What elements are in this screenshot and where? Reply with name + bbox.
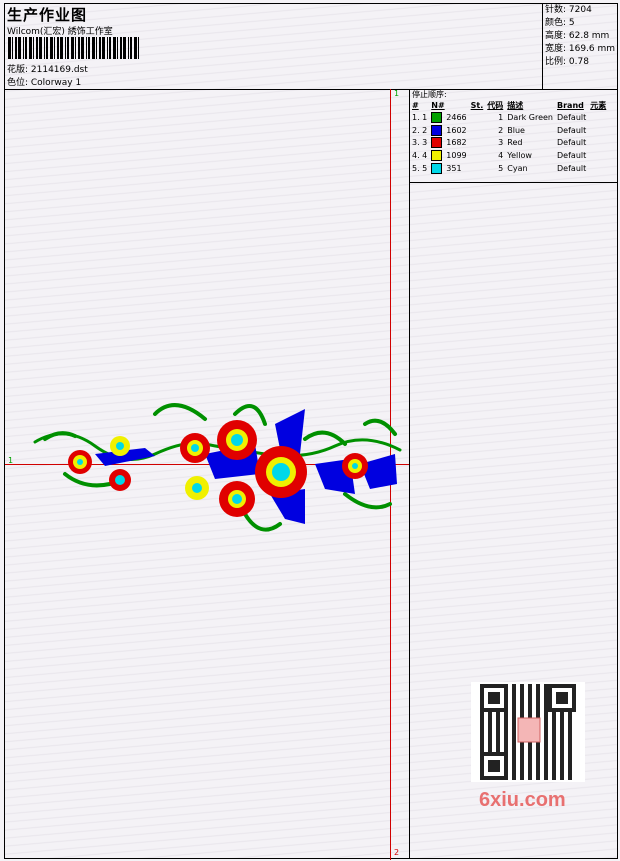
color-swatch: 1682 — [429, 137, 468, 150]
row-brand: Default — [557, 125, 587, 135]
stats-panel: 针数: 7204 颜色: 5 高度: 62.8 mm 宽度: 169.6 mm … — [542, 4, 618, 89]
row-index: 3. 3 — [412, 138, 428, 148]
sequence-row: 5. 5 351 5 Cyan Default — [410, 162, 608, 175]
design-width: 宽度: 169.6 mm — [545, 44, 616, 54]
sequence-row: 2. 2 1602 2 Blue Default — [410, 124, 608, 137]
header-idx: # — [412, 100, 419, 110]
header-brand: Brand — [557, 100, 584, 110]
page-title: 生产作业图 — [7, 6, 88, 24]
worksheet-page: 生产作业图 Wilcom(汇宏) 綉饰工作室 花版: 2114169.dst 色… — [4, 3, 618, 860]
row-index: 2. 2 — [412, 125, 428, 135]
barcode-icon — [8, 37, 139, 59]
row-stitch-count: 1099 — [446, 151, 467, 161]
row-stitch-count: 1682 — [446, 138, 467, 148]
row-desc: Dark Green — [507, 112, 554, 122]
sequence-row: 4. 4 1099 4 Yellow Default — [410, 149, 608, 162]
color-swatch-icon — [431, 124, 443, 136]
row-stitches — [469, 149, 486, 162]
colorway: 色位: Colorway 1 — [7, 78, 82, 88]
sequence-row: 3. 3 1682 3 Red Default — [410, 137, 608, 150]
sequence-row: 1. 1 2466 1 Dark Green Default — [410, 111, 608, 124]
bottom-marker: 2 — [394, 848, 400, 857]
row-stitches — [469, 137, 486, 150]
row-element — [588, 111, 608, 124]
color-swatch-icon — [431, 137, 443, 149]
row-stitch-count: 351 — [446, 164, 462, 174]
row-index: 4. 4 — [412, 151, 428, 161]
row-desc: Red — [507, 138, 523, 148]
row-element — [588, 149, 608, 162]
qr-code-icon — [471, 682, 585, 782]
design-file: 花版: 2114169.dst — [7, 65, 88, 75]
row-code: 5 — [498, 164, 504, 174]
header-stitches: St. — [470, 100, 484, 110]
row-stitch-count: 1602 — [446, 125, 467, 135]
row-index: 1. 1 — [412, 112, 428, 122]
sequence-table: # N# St. 代码 描述 Brand 元素 1. 1 2466 1 Dark Gr… — [410, 99, 608, 175]
header-desc: 描述 — [507, 100, 524, 110]
row-desc: Blue — [507, 125, 525, 135]
sequence-header-row: # N# St. 代码 描述 Brand 元素 — [410, 99, 608, 111]
watermark: 6xiu.com — [479, 789, 566, 811]
row-code: 1 — [498, 112, 504, 122]
design-height: 高度: 62.8 mm — [545, 31, 610, 41]
embroidery-design — [33, 403, 402, 532]
row-brand: Default — [557, 138, 587, 148]
design-scale: 比例: 0.78 — [545, 57, 589, 67]
row-index: 5. 5 — [412, 164, 428, 174]
row-code: 3 — [498, 138, 504, 148]
color-swatch: 1602 — [429, 124, 468, 137]
top-marker: 1 — [394, 89, 400, 98]
row-code: 2 — [498, 125, 504, 135]
color-swatch: 2466 — [429, 111, 468, 124]
row-element — [588, 162, 608, 175]
row-stitches — [469, 124, 486, 137]
color-swatch: 351 — [429, 162, 468, 175]
color-swatch: 1099 — [429, 149, 468, 162]
row-stitch-count: 2466 — [446, 112, 467, 122]
row-stitches — [469, 111, 486, 124]
sequence-divider — [410, 182, 618, 183]
row-brand: Default — [557, 151, 587, 161]
stitch-count: 针数: 7204 — [545, 5, 592, 15]
header-element: 元素 — [590, 100, 607, 110]
color-swatch-icon — [431, 111, 443, 123]
header: 生产作业图 Wilcom(汇宏) 綉饰工作室 花版: 2114169.dst 色… — [5, 4, 617, 90]
row-element — [588, 124, 608, 137]
row-brand: Default — [557, 164, 587, 174]
color-swatch-icon — [431, 163, 443, 175]
row-desc: Yellow — [507, 151, 532, 161]
row-brand: Default — [557, 112, 587, 122]
color-count: 颜色: 5 — [545, 18, 575, 28]
studio-name: Wilcom(汇宏) 綉饰工作室 — [7, 27, 113, 37]
header-needle: N# — [431, 100, 445, 110]
row-desc: Cyan — [507, 164, 528, 174]
color-swatch-icon — [431, 150, 443, 162]
row-element — [588, 137, 608, 150]
row-code: 4 — [498, 151, 504, 161]
row-stitches — [469, 162, 486, 175]
header-code: 代码 — [487, 100, 504, 110]
